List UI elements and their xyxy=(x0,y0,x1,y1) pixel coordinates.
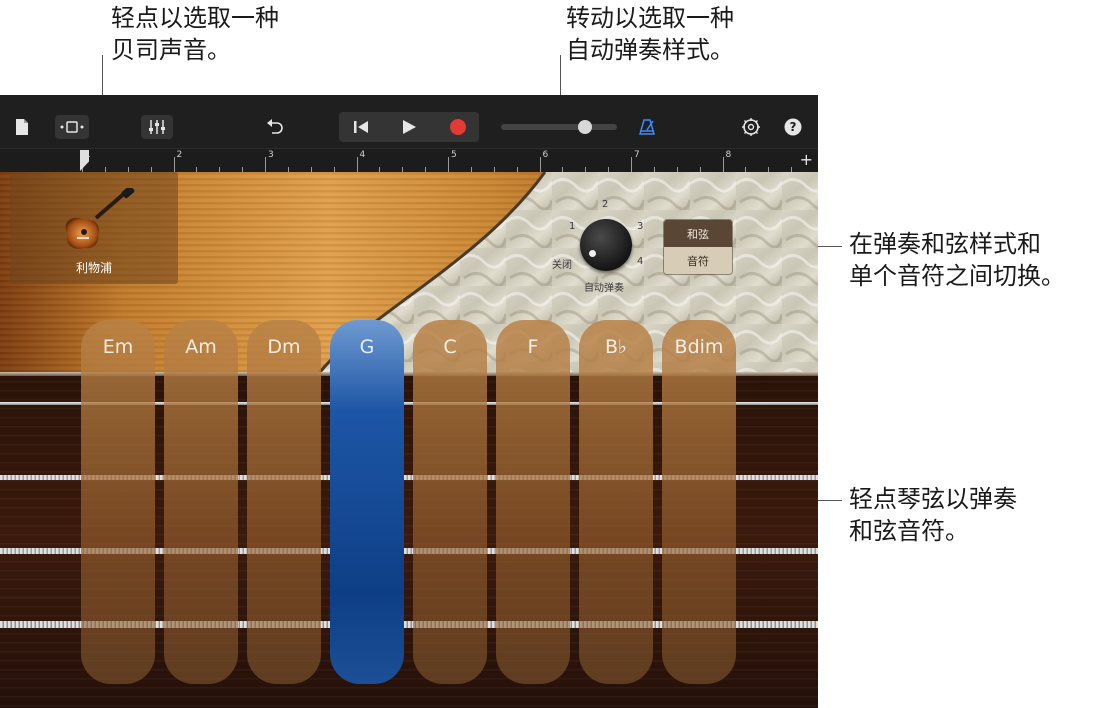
chord-strip-g[interactable]: G xyxy=(330,320,404,684)
chord-strip-f[interactable]: F xyxy=(496,320,570,684)
go-to-start-icon[interactable] xyxy=(347,115,375,139)
autoplay-position-1: 1 xyxy=(569,221,575,232)
autoplay-position-4: 4 xyxy=(637,256,643,267)
instrument-name: 利物浦 xyxy=(10,259,178,276)
bar-number: 4 xyxy=(360,150,366,160)
chord-label: Em xyxy=(81,336,155,358)
chord-strip-em[interactable]: Em xyxy=(81,320,155,684)
knob-indicator xyxy=(589,250,596,257)
toggle-chords[interactable]: 和弦 xyxy=(664,220,732,247)
chord-strip-am[interactable]: Am xyxy=(164,320,238,684)
add-section-icon[interactable]: + xyxy=(800,150,813,170)
svg-text:?: ? xyxy=(790,120,797,134)
mixer-icon[interactable] xyxy=(141,115,173,139)
help-icon[interactable]: ? xyxy=(783,117,803,137)
hofner-bass-icon xyxy=(60,188,136,252)
callout-strings: 轻点琴弦以弹奏 和弦音符。 xyxy=(849,483,1017,547)
bass-fretboard: 利物浦 关闭 1 2 3 4 自动弹奏 和弦 音符 Em Am Dm G C xyxy=(0,172,818,708)
callout-mode-toggle: 在弹奏和弦样式和 单个音符之间切换。 xyxy=(849,228,1065,292)
callout-sound-selection: 轻点以选取一种 贝司声音。 xyxy=(111,2,279,66)
bar-tick xyxy=(357,157,358,173)
view-switch-icon[interactable] xyxy=(55,115,89,139)
control-bar: ? xyxy=(0,95,818,153)
bar-tick xyxy=(448,157,449,173)
chord-strip-dm[interactable]: Dm xyxy=(247,320,321,684)
chord-label: C xyxy=(413,336,487,358)
bar-tick xyxy=(174,157,175,173)
bar-number: 5 xyxy=(451,150,457,160)
garageband-bass-screen: ? 1 2 3 4 5 6 7 8 + xyxy=(0,95,818,708)
settings-icon[interactable] xyxy=(740,115,762,139)
document-icon[interactable] xyxy=(12,115,32,139)
timeline-ruler[interactable]: 12345678 + xyxy=(0,148,818,173)
record-icon[interactable] xyxy=(444,115,472,139)
bar-tick xyxy=(723,157,724,173)
bar-tick xyxy=(631,157,632,173)
chord-strip-bb[interactable]: B♭ xyxy=(579,320,653,684)
toggle-notes[interactable]: 音符 xyxy=(664,247,732,274)
chord-label: B♭ xyxy=(579,336,653,358)
chord-label: G xyxy=(330,336,404,358)
autoplay-label: 自动弹奏 xyxy=(584,279,624,294)
bar-number: 8 xyxy=(726,150,732,160)
bar-tick xyxy=(265,157,266,173)
autoplay-position-3: 3 xyxy=(637,221,643,232)
play-icon[interactable] xyxy=(395,115,423,139)
autoplay-knob[interactable] xyxy=(580,219,632,271)
playhead-marker[interactable] xyxy=(80,150,89,171)
chord-label: Dm xyxy=(247,336,321,358)
bar-number: 7 xyxy=(634,150,640,160)
bar-tick xyxy=(540,157,541,173)
chord-strip-bdim[interactable]: Bdim xyxy=(662,320,736,684)
chord-label: Am xyxy=(164,336,238,358)
bar-number: 2 xyxy=(177,150,183,160)
autoplay-position-2: 2 xyxy=(602,199,608,210)
bar-number: 3 xyxy=(268,150,274,160)
instrument-selector-button[interactable]: 利物浦 xyxy=(10,172,178,284)
volume-slider[interactable] xyxy=(501,115,617,139)
metronome-icon[interactable] xyxy=(636,115,658,139)
undo-icon[interactable] xyxy=(262,115,288,139)
autoplay-off-label: 关闭 xyxy=(552,256,572,271)
callout-autoplay: 转动以选取一种 自动弹奏样式。 xyxy=(566,2,734,66)
chord-strip-c[interactable]: C xyxy=(413,320,487,684)
bar-number: 6 xyxy=(543,150,549,160)
chords-notes-toggle[interactable]: 和弦 音符 xyxy=(663,219,733,275)
chord-label: F xyxy=(496,336,570,358)
chord-label: Bdim xyxy=(662,336,736,358)
